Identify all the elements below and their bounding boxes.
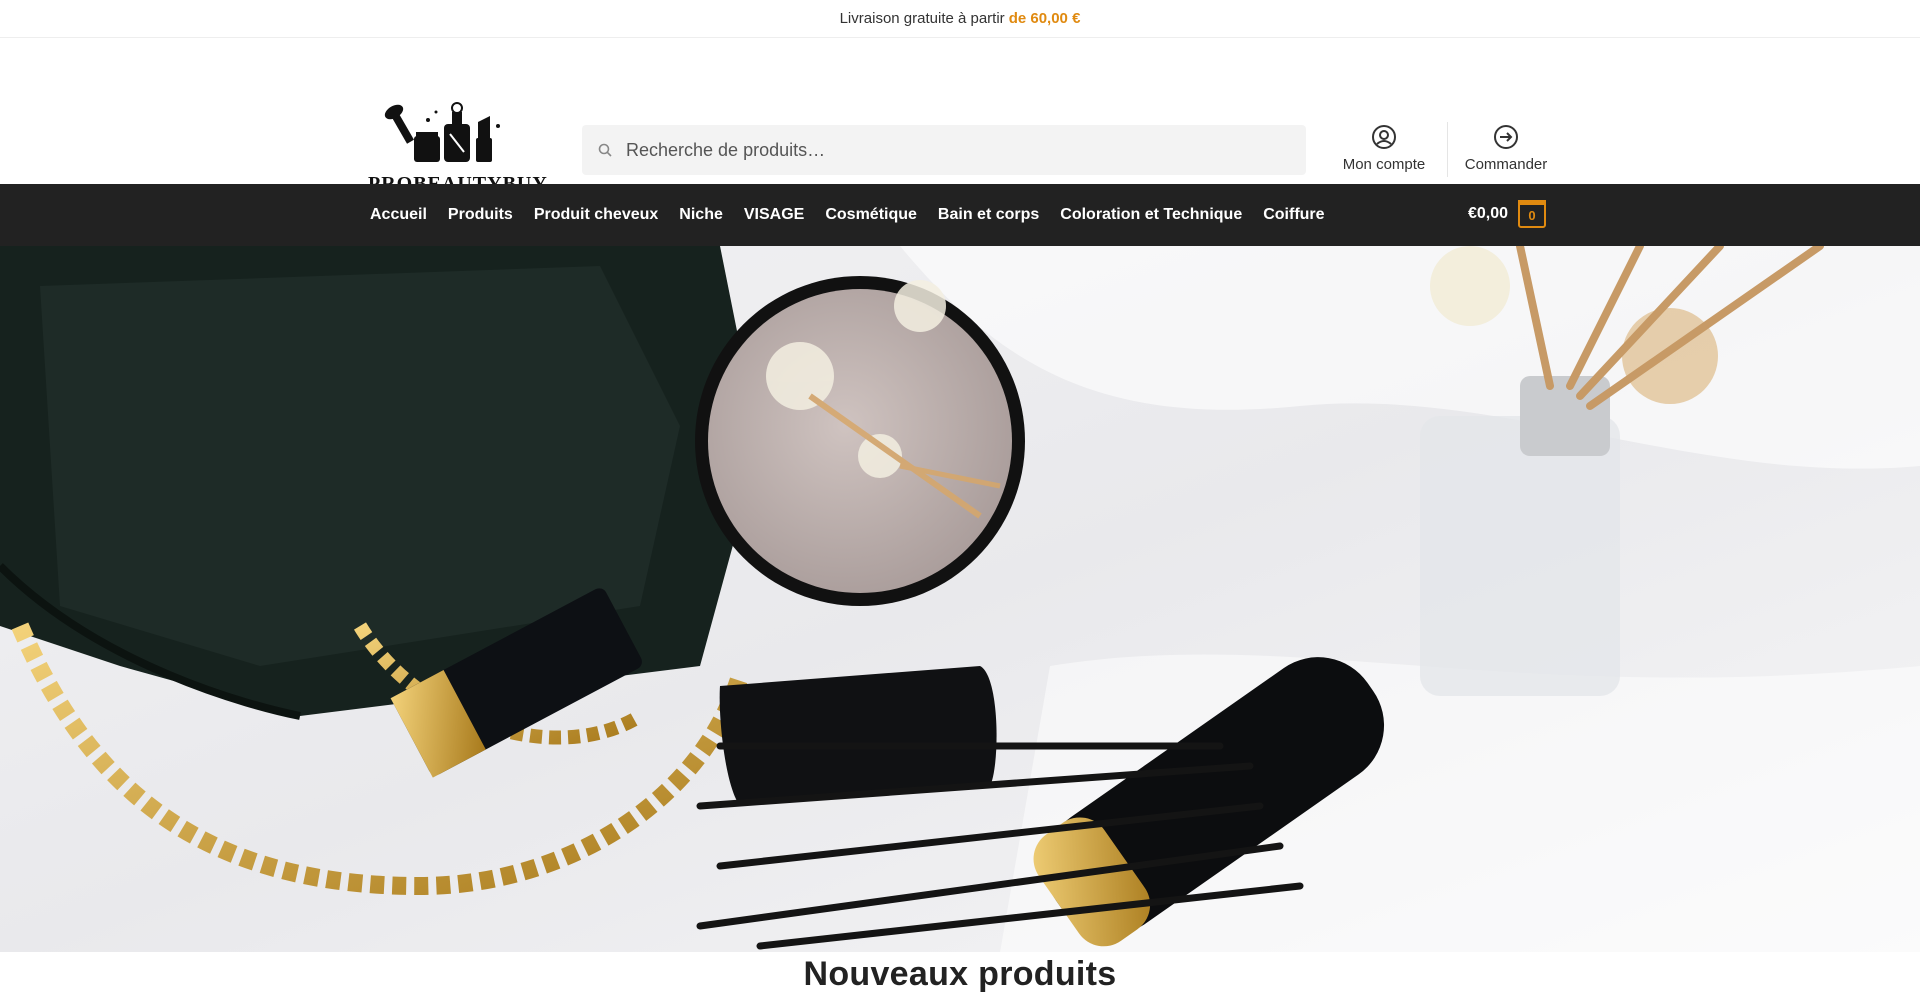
nav-menu: Accueil Produits Produit cheveux Niche V… (370, 184, 1346, 246)
nav-item-coiffure[interactable]: Coiffure (1263, 206, 1324, 224)
site-header: PROBEAUTYBUY Mon compte Commander (0, 38, 1920, 195)
logo-cosmetics-icon (384, 102, 500, 162)
user-circle-icon (1372, 125, 1396, 149)
nav-item-produit-cheveux[interactable]: Produit cheveux (534, 206, 658, 224)
site-logo[interactable]: PROBEAUTYBUY (368, 102, 547, 196)
nav-item-coloration[interactable]: Coloration et Technique (1060, 206, 1242, 224)
main-navigation: Accueil Produits Produit cheveux Niche V… (0, 184, 1920, 246)
nav-item-accueil[interactable]: Accueil (370, 206, 427, 224)
section-title-new-products: Nouveaux produits (803, 955, 1117, 993)
announcement-bar: Livraison gratuite à partir de 60,00 € (0, 0, 1920, 38)
product-search-box[interactable] (582, 125, 1306, 175)
arrow-right-circle-icon (1494, 125, 1518, 149)
nav-item-bain-et-corps[interactable]: Bain et corps (938, 206, 1039, 224)
search-icon (598, 142, 614, 158)
hero-banner[interactable] (0, 246, 1920, 952)
nav-item-produits[interactable]: Produits (448, 206, 513, 224)
header-divider (1447, 122, 1448, 177)
mini-cart[interactable]: €0,00 0 (1468, 200, 1547, 228)
cart-count-badge: 0 (1518, 200, 1547, 228)
checkout-link[interactable]: Commander (1456, 124, 1556, 173)
search-input[interactable] (626, 139, 1266, 161)
my-account-link[interactable]: Mon compte (1337, 124, 1431, 173)
checkout-label: Commander (1464, 156, 1548, 173)
my-account-label: Mon compte (1342, 156, 1426, 173)
announcement-highlight: de 60,00 € (1008, 10, 1081, 27)
hero-banner-image (0, 246, 1920, 952)
cart-total: €0,00 (1468, 205, 1509, 222)
announcement-text: Livraison gratuite à partir (839, 10, 1005, 27)
nav-item-niche[interactable]: Niche (679, 206, 723, 224)
nav-item-cosmetique[interactable]: Cosmétique (825, 206, 917, 224)
nav-item-visage[interactable]: VISAGE (744, 206, 804, 224)
